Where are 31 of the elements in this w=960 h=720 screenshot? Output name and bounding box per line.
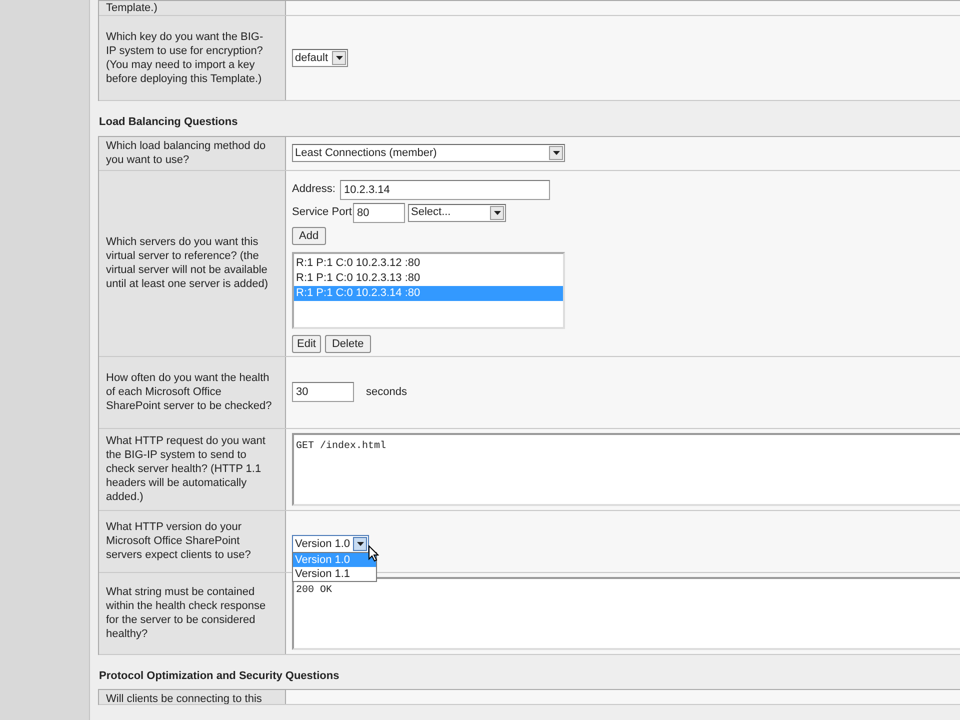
question-label: Template.) xyxy=(106,1,158,15)
question-label: What string must be contained within the health check response for the server to be considered healthy? xyxy=(106,585,267,641)
question-label: What HTTP request do you want the BIG-IP system to send to check server health? (HTTP 1.1 headers will be automatically added.) xyxy=(106,434,266,504)
question-label: Which servers do you want this virtual server to reference? (the virtual server will not be available until at least one server is added) xyxy=(106,235,270,291)
select-field[interactable]: Select... xyxy=(408,204,506,222)
add-button[interactable]: Add xyxy=(292,226,326,244)
address-label: Address: xyxy=(292,182,336,198)
version-select[interactable]: Version 1.0 xyxy=(292,534,370,553)
server-list-item[interactable]: R:1 P:1 C:0 10.2.3.13 :80 xyxy=(294,270,563,286)
edit-button[interactable]: Edit xyxy=(292,334,321,352)
interval-field[interactable]: 30 xyxy=(292,382,354,402)
section-heading: Load Balancing Questions xyxy=(98,115,239,130)
text-area-value: GET /index.html xyxy=(296,440,386,452)
question-label: Which key do you want the BIG-IP system to use for encryption? (You may need to import a key before deploying this Template.) xyxy=(106,30,264,86)
server-list-item[interactable]: R:1 P:1 C:0 10.2.3.12 :80 xyxy=(294,256,563,270)
text-area-value: 200 OK xyxy=(296,584,332,596)
question-label: Which load balancing method do you want to use? xyxy=(106,139,267,167)
server-list[interactable]: R:1 P:1 C:0 10.2.3.12 :80 R:1 P:1 C:0 10.2.3.13 :80 R:1 P:1 C:0 10.2.3.14 :80 xyxy=(292,252,565,328)
select-field[interactable]: default xyxy=(292,49,348,67)
question-label: Will clients be connecting to this xyxy=(106,692,262,704)
seconds-label: seconds xyxy=(366,384,407,400)
address-field[interactable]: 10.2.3.14 xyxy=(340,180,550,200)
delete-button[interactable]: Delete xyxy=(324,334,371,352)
question-label: How often do you want the health of each Microsoft Office SharePoint server to be checked? xyxy=(106,371,273,413)
text-area[interactable]: 200 OK xyxy=(292,576,960,650)
service-port-label: Service Port xyxy=(292,205,350,220)
select-field[interactable]: Least Connections (member) xyxy=(292,144,565,162)
question-label: What HTTP version do your Microsoft Office SharePoint servers expect clients to use? xyxy=(106,520,252,562)
text-area[interactable]: GET /index.html xyxy=(292,432,960,506)
service-port-field[interactable]: 80 xyxy=(353,202,405,222)
section-heading: Protocol Optimization and Security Questions xyxy=(98,668,340,684)
